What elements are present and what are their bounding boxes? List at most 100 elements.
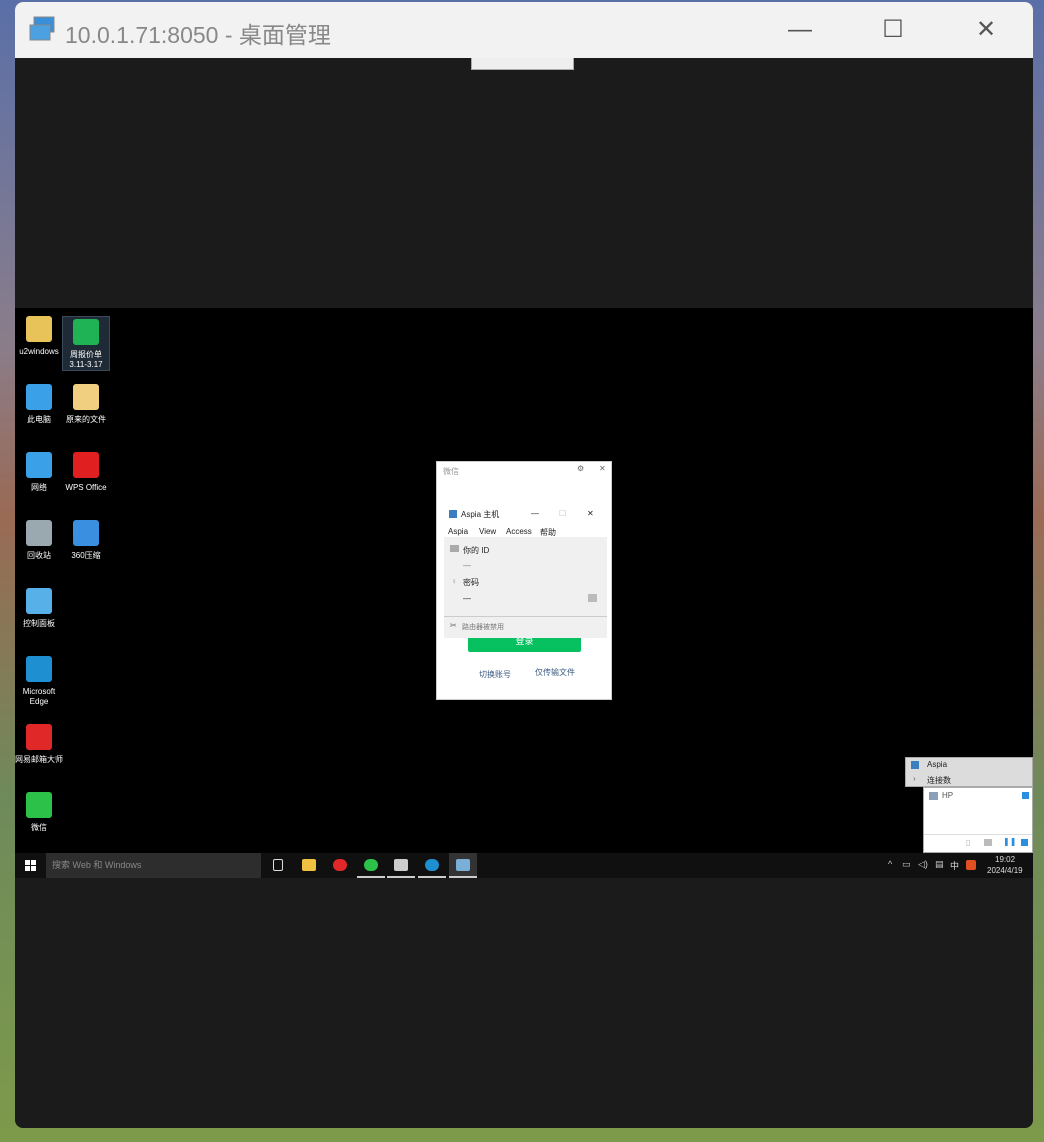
refresh-password-icon[interactable]: [588, 594, 597, 602]
computer-icon: [929, 792, 938, 800]
wechat-taskbar-button[interactable]: [357, 853, 385, 878]
desktop-icon-label: 回收站: [27, 551, 51, 560]
menu-view[interactable]: View: [479, 527, 496, 536]
aspia-icon: [449, 510, 457, 518]
title-bar: 10.0.1.71:8050 - 桌面管理 — ☐ ✕: [15, 2, 1033, 58]
desktop-icon[interactable]: u2windows: [15, 316, 63, 357]
desktop-icon[interactable]: 原来的文件: [62, 384, 110, 425]
desktop-icon[interactable]: 周报价单 3.11-3.17: [62, 316, 110, 371]
desktop-icon-label: 微信: [31, 823, 47, 832]
app-taskbar-button[interactable]: [387, 853, 415, 878]
menu-access[interactable]: Access: [506, 527, 532, 536]
tray-context-menu: Aspia › 连接数: [905, 757, 1033, 787]
desktop-icon-label: 此电脑: [27, 415, 51, 424]
switch-account-link[interactable]: 切换账号: [479, 669, 511, 680]
router-status: 路由器被禁用: [462, 624, 504, 631]
desktop-icon-label: 360压缩: [71, 551, 101, 560]
app-icon: [26, 588, 52, 614]
gear-icon[interactable]: ⚙: [577, 464, 584, 473]
desktop-icon[interactable]: 此电脑: [15, 384, 63, 425]
connection-host[interactable]: HP: [942, 791, 953, 800]
windows-start-icon[interactable]: [25, 860, 36, 871]
aspia-maximize-button[interactable]: ☐: [559, 509, 566, 518]
network-icon[interactable]: ▭: [902, 859, 911, 870]
remote-desktop-window: 10.0.1.71:8050 - 桌面管理 — ☐ ✕ u2windows 周报价…: [15, 2, 1033, 1128]
aspia-taskbar-button[interactable]: [449, 853, 477, 878]
desktop-icon[interactable]: 控制面板: [15, 588, 63, 629]
keyboard-icon[interactable]: [984, 839, 992, 846]
id-value: —: [463, 561, 471, 570]
clock-date[interactable]: 2024/4/19: [987, 866, 1023, 875]
app-icon: [26, 656, 52, 682]
password-label: 密码: [463, 578, 479, 587]
stop-icon[interactable]: [1021, 839, 1028, 846]
app-icon: [26, 792, 52, 818]
wechat-title: 微信: [443, 467, 459, 476]
connections-panel: HP ▯ ❚❚: [923, 787, 1033, 853]
task-view-button[interactable]: [264, 853, 292, 878]
desktop-icon[interactable]: Microsoft Edge: [15, 656, 63, 707]
aspia-minimize-button[interactable]: —: [531, 509, 539, 518]
app-icon: [26, 384, 52, 410]
clock-time[interactable]: 19:02: [995, 855, 1015, 864]
desktop-icon[interactable]: 网易邮箱大师: [15, 724, 63, 765]
app-icon: [73, 384, 99, 410]
volume-icon[interactable]: ◁): [918, 859, 928, 870]
close-button[interactable]: ✕: [963, 12, 1009, 48]
desktop-icon[interactable]: 网络: [15, 452, 63, 493]
desktop-icon-label: WPS Office: [65, 483, 107, 492]
app-icon: [26, 724, 52, 750]
app-icon: [73, 520, 99, 546]
sogou-input-icon[interactable]: [966, 860, 976, 870]
desktop-icon[interactable]: 微信: [15, 792, 63, 833]
desktop-icon-label: 网络: [31, 483, 47, 492]
desktop-icon-label: 网易邮箱大师: [15, 755, 63, 764]
desktop-icon-label: 周报价单 3.11-3.17: [69, 350, 103, 369]
app-icon: [26, 452, 52, 478]
window-title: 10.0.1.71:8050 - 桌面管理: [65, 22, 331, 48]
desktop-icon[interactable]: 回收站: [15, 520, 63, 561]
remote-screen[interactable]: u2windows 周报价单 3.11-3.17 此电脑 原来的文件网络 WPS Off…: [15, 308, 1033, 878]
chevron-right-icon: ›: [913, 774, 916, 783]
key-icon: ♀: [451, 577, 457, 586]
app-icon: [73, 452, 99, 478]
desktop-icon-label: u2windows: [19, 347, 59, 356]
chevron-up-icon[interactable]: ^: [888, 859, 892, 869]
menu-help[interactable]: 帮助: [540, 527, 556, 538]
app-icon: [73, 319, 99, 345]
transfer-files-link[interactable]: 仅传输文件: [535, 667, 575, 678]
file-explorer-button[interactable]: [295, 853, 323, 878]
id-label: 你的 ID: [463, 546, 490, 555]
ime-indicator[interactable]: 中: [950, 859, 959, 872]
router-icon: ✂: [450, 621, 457, 630]
menu-aspia[interactable]: Aspia: [448, 527, 468, 536]
mouse-icon[interactable]: ▯: [966, 838, 970, 847]
wechat-close-button[interactable]: ✕: [599, 464, 606, 473]
aspia-close-button[interactable]: ✕: [587, 509, 594, 518]
desktop-icon-label: Microsoft Edge: [22, 687, 56, 706]
pause-icon[interactable]: ❚❚: [1003, 837, 1016, 846]
wechat-login-window: 微信 ⚙ ✕ 登录 切换账号 仅传输文件 Aspia 主机 — ☐ ✕ Aspi…: [436, 461, 612, 700]
aspia-icon: [911, 761, 919, 769]
desktop-icon[interactable]: WPS Office: [62, 452, 110, 493]
maximize-button[interactable]: ☐: [870, 12, 916, 48]
minimize-button[interactable]: —: [777, 12, 823, 48]
taskbar-search-input[interactable]: 搜索 Web 和 Windows: [46, 853, 261, 878]
notification-icon[interactable]: ▤: [935, 859, 944, 870]
desktop-icon-label: 原来的文件: [66, 415, 106, 424]
app-icon: [26, 520, 52, 546]
taskbar: 搜索 Web 和 Windows ^ ▭ ◁) ▤ 中 19:02 2024/4…: [15, 853, 1033, 878]
menu-item-connections[interactable]: 连接数: [927, 775, 951, 786]
mail-master-button[interactable]: [326, 853, 354, 878]
desktop-icon-label: 控制面板: [23, 619, 55, 628]
edge-taskbar-button[interactable]: [418, 853, 446, 878]
menu-item-aspia[interactable]: Aspia: [927, 760, 947, 769]
password-value: —: [463, 594, 471, 603]
app-icon: [26, 316, 52, 342]
stop-icon[interactable]: [1022, 792, 1029, 799]
id-card-icon: [450, 545, 459, 552]
remote-desktop-icon: [29, 16, 55, 41]
aspia-host-window: Aspia 主机 — ☐ ✕ Aspia View Access 帮助 你的 I…: [444, 506, 607, 638]
desktop-icon[interactable]: 360压缩: [62, 520, 110, 561]
toolbar-toggle-button[interactable]: [471, 58, 574, 70]
